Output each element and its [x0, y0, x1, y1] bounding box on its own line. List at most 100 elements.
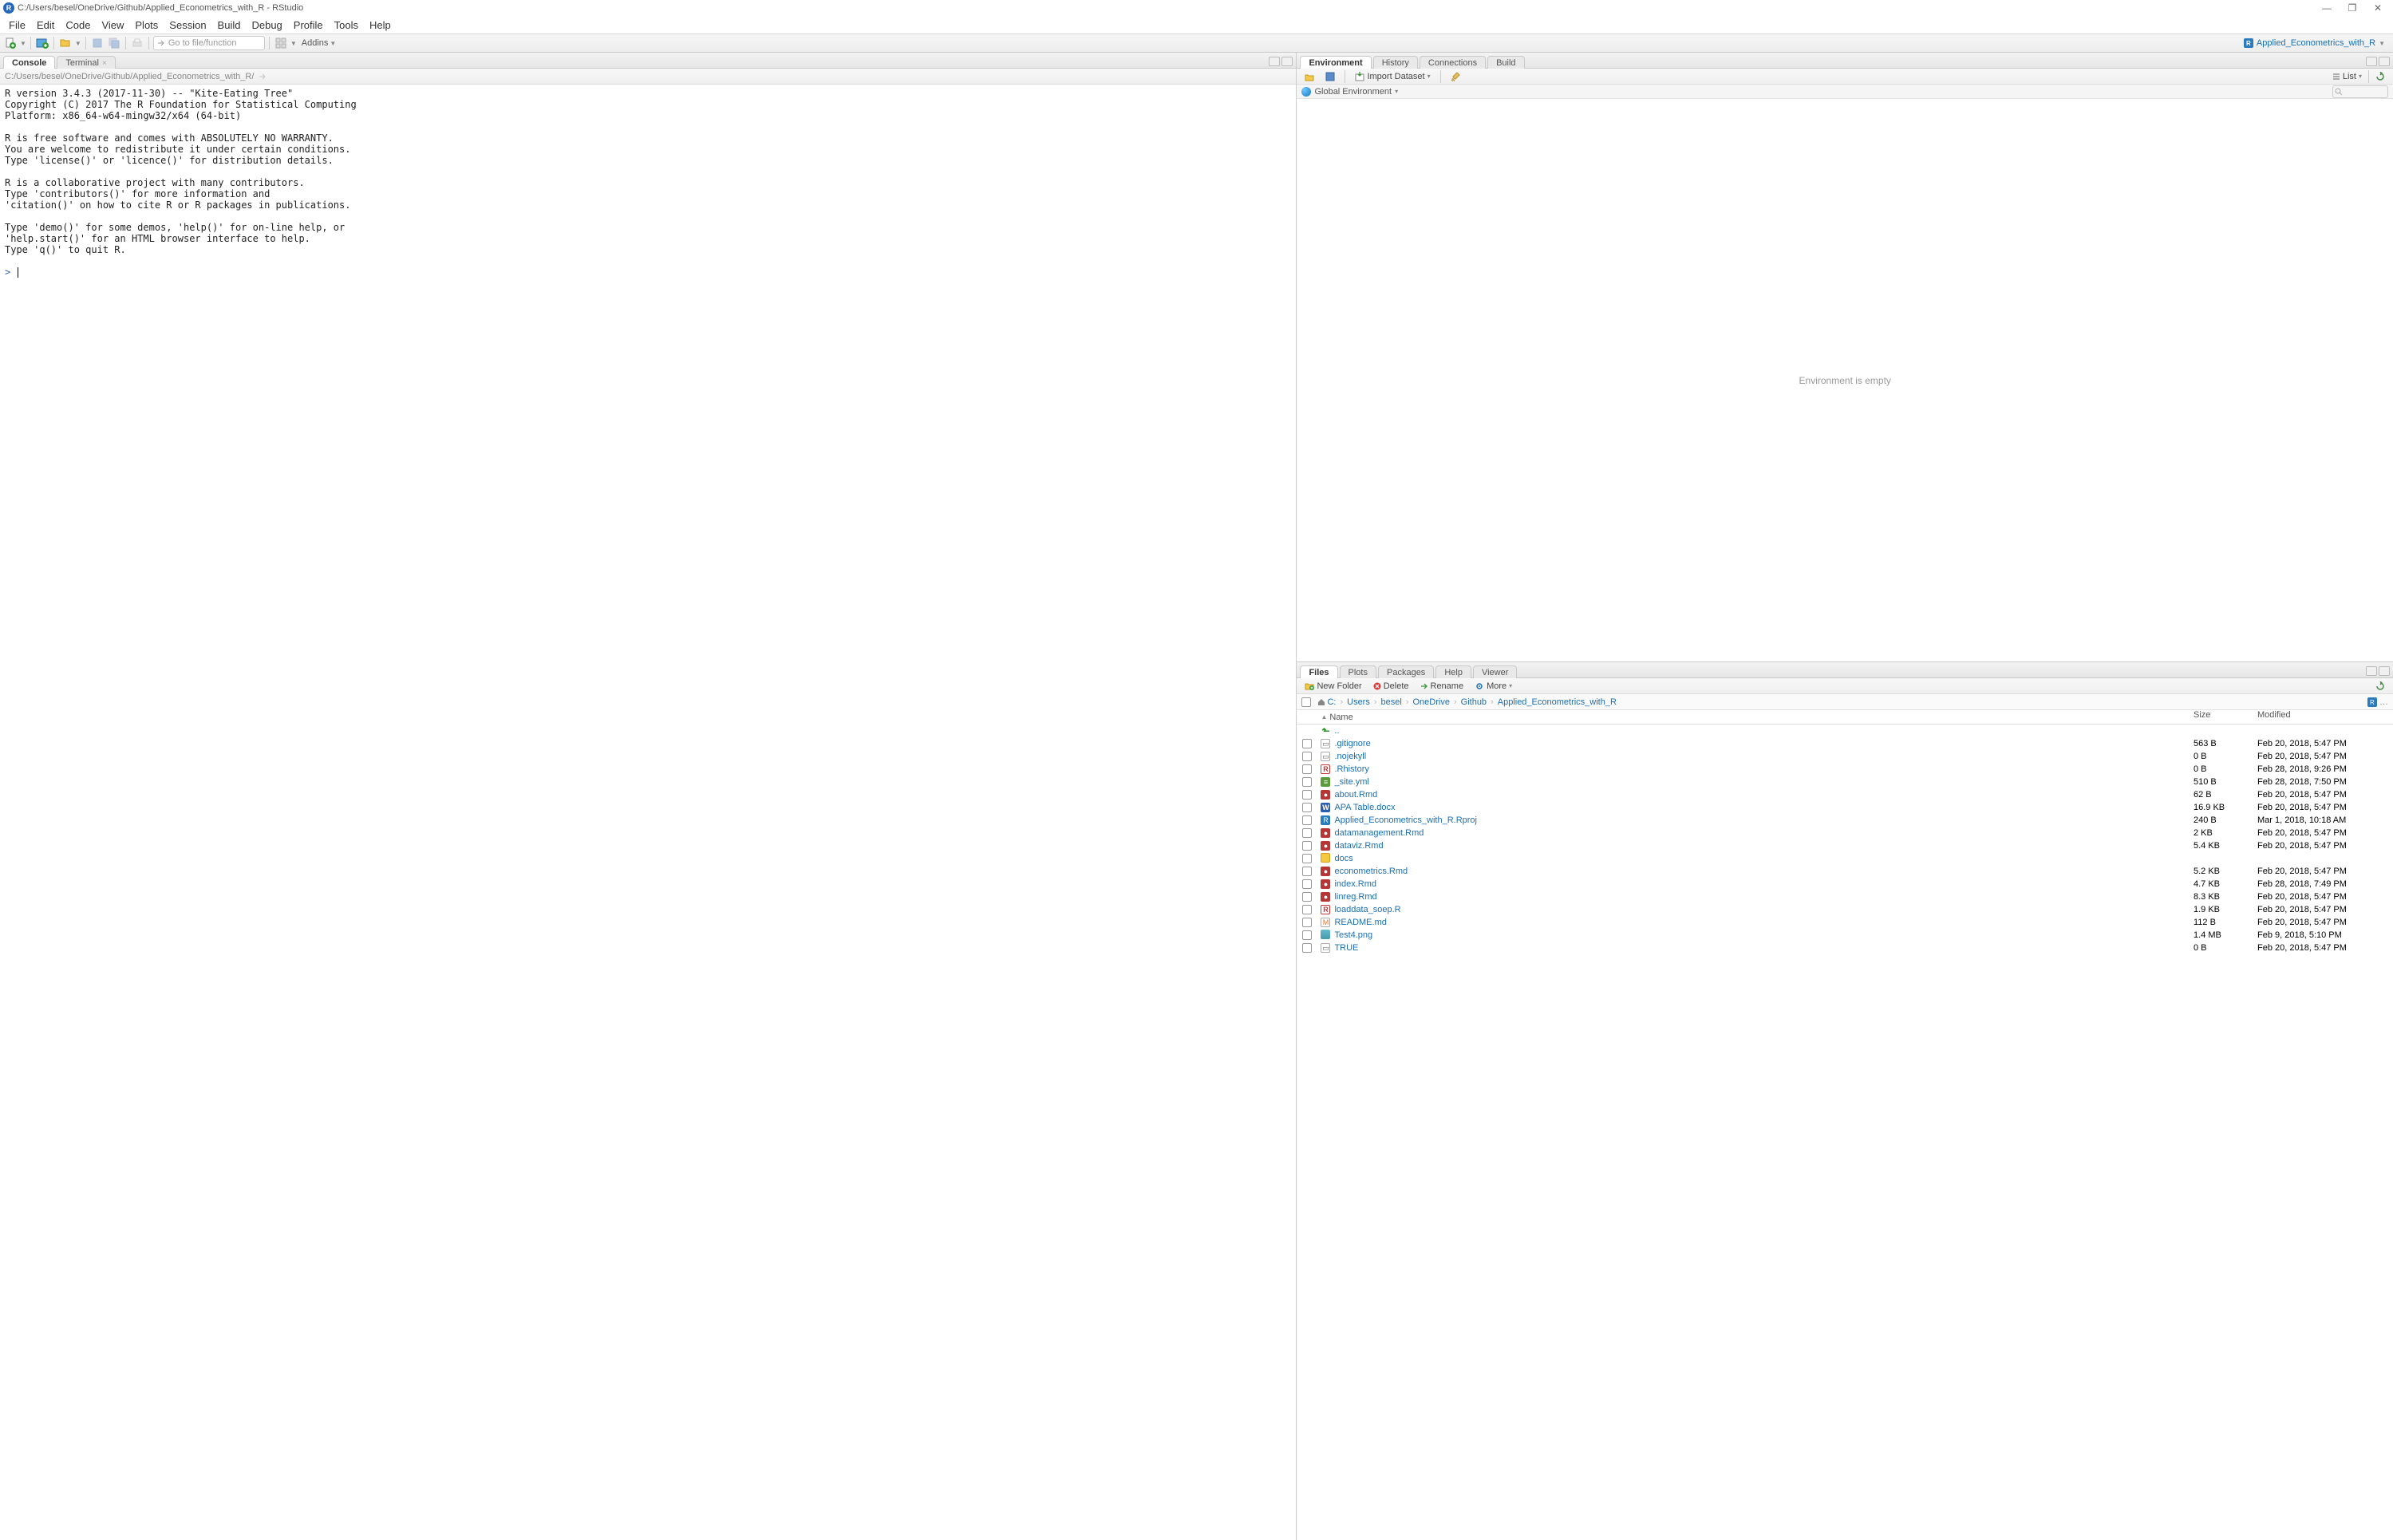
menu-plots[interactable]: Plots: [129, 18, 164, 33]
print-button[interactable]: [130, 36, 144, 50]
file-checkbox[interactable]: [1302, 918, 1312, 927]
file-link[interactable]: datamanagement.Rmd: [1334, 828, 1424, 838]
col-name[interactable]: Name: [1329, 713, 1352, 722]
menu-code[interactable]: Code: [60, 18, 96, 33]
env-search-input[interactable]: [2332, 85, 2388, 98]
file-checkbox[interactable]: [1302, 854, 1312, 863]
file-checkbox[interactable]: [1302, 828, 1312, 838]
save-workspace-button[interactable]: [1322, 71, 1338, 82]
file-row[interactable]: ⬑..: [1297, 725, 2393, 737]
close-icon[interactable]: ×: [102, 59, 107, 68]
file-row[interactable]: MREADME.md112 BFeb 20, 2018, 5:47 PM: [1297, 916, 2393, 929]
maximize-pane-button[interactable]: [1281, 57, 1293, 66]
import-dataset-button[interactable]: Import Dataset ▾: [1352, 71, 1433, 82]
file-row[interactable]: R.Rhistory0 BFeb 28, 2018, 9:26 PM: [1297, 763, 2393, 776]
file-link[interactable]: .Rhistory: [1334, 764, 1368, 774]
file-checkbox[interactable]: [1302, 764, 1312, 774]
menu-view[interactable]: View: [96, 18, 129, 33]
minimize-button[interactable]: —: [2321, 2, 2332, 14]
tab-plots[interactable]: Plots: [1340, 665, 1376, 678]
file-checkbox[interactable]: [1302, 892, 1312, 902]
file-link[interactable]: econometrics.Rmd: [1334, 867, 1408, 876]
file-checkbox[interactable]: [1302, 815, 1312, 825]
col-size[interactable]: Size: [2194, 710, 2210, 720]
tab-console[interactable]: Console: [3, 56, 55, 69]
project-selector[interactable]: R Applied_Econometrics_with_R ▼: [2244, 38, 2390, 48]
file-row[interactable]: Test4.png1.4 MBFeb 9, 2018, 5:10 PM: [1297, 929, 2393, 942]
file-link[interactable]: about.Rmd: [1334, 790, 1377, 800]
file-checkbox[interactable]: [1302, 905, 1312, 914]
file-checkbox[interactable]: [1302, 943, 1312, 953]
tab-terminal[interactable]: Terminal×: [57, 56, 115, 69]
dropdown-icon[interactable]: ▼: [75, 40, 81, 47]
file-link[interactable]: index.Rmd: [1334, 879, 1376, 889]
select-all-checkbox[interactable]: [1301, 697, 1311, 707]
breadcrumb-item[interactable]: Users: [1347, 697, 1370, 707]
file-link[interactable]: dataviz.Rmd: [1334, 841, 1383, 851]
file-link[interactable]: Test4.png: [1334, 930, 1372, 940]
home-icon[interactable]: [1317, 698, 1325, 706]
goto-dir-icon[interactable]: [259, 73, 267, 81]
breadcrumb-item[interactable]: Applied_Econometrics_with_R: [1498, 697, 1617, 707]
breadcrumb-item[interactable]: C:: [1327, 697, 1336, 707]
menu-build[interactable]: Build: [212, 18, 247, 33]
minimize-pane-button[interactable]: [1269, 57, 1280, 66]
clear-workspace-button[interactable]: [1447, 71, 1465, 82]
view-mode-button[interactable]: List ▾: [2329, 71, 2365, 82]
addins-button[interactable]: Addins ▼: [299, 38, 339, 48]
refresh-button[interactable]: [2372, 71, 2388, 82]
console-output[interactable]: R version 3.4.3 (2017-11-30) -- "Kite-Ea…: [0, 85, 1296, 1540]
file-row[interactable]: WAPA Table.docx16.9 KBFeb 20, 2018, 5:47…: [1297, 801, 2393, 814]
file-link[interactable]: loaddata_soep.R: [1334, 905, 1400, 914]
menu-file[interactable]: File: [3, 18, 31, 33]
file-link[interactable]: README.md: [1334, 918, 1386, 927]
goto-file-function-input[interactable]: Go to file/function: [153, 36, 265, 50]
maximize-pane-button[interactable]: [2379, 57, 2390, 66]
file-row[interactable]: ≡_site.yml510 BFeb 28, 2018, 7:50 PM: [1297, 776, 2393, 788]
file-link[interactable]: Applied_Econometrics_with_R.Rproj: [1334, 815, 1477, 825]
file-row[interactable]: RApplied_Econometrics_with_R.Rproj240 BM…: [1297, 814, 2393, 827]
breadcrumb-item[interactable]: Github: [1461, 697, 1487, 707]
minimize-pane-button[interactable]: [2366, 666, 2377, 676]
menu-tools[interactable]: Tools: [329, 18, 364, 33]
tab-files[interactable]: Files: [1300, 665, 1337, 678]
file-link[interactable]: linreg.Rmd: [1334, 892, 1376, 902]
file-checkbox[interactable]: [1302, 841, 1312, 851]
file-checkbox[interactable]: [1302, 867, 1312, 876]
file-row[interactable]: ●index.Rmd4.7 KBFeb 28, 2018, 7:49 PM: [1297, 878, 2393, 890]
dropdown-icon[interactable]: ▾: [1395, 88, 1398, 95]
menu-profile[interactable]: Profile: [288, 18, 329, 33]
file-row[interactable]: ▭.nojekyll0 BFeb 20, 2018, 5:47 PM: [1297, 750, 2393, 763]
menu-help[interactable]: Help: [364, 18, 397, 33]
maximize-pane-button[interactable]: [2379, 666, 2390, 676]
delete-button[interactable]: Delete: [1370, 681, 1412, 692]
breadcrumb-item[interactable]: OneDrive: [1413, 697, 1450, 707]
new-project-button[interactable]: [35, 36, 49, 50]
file-link[interactable]: docs: [1334, 854, 1352, 863]
env-scope[interactable]: Global Environment: [1314, 87, 1392, 97]
tab-environment[interactable]: Environment: [1300, 56, 1371, 69]
tab-build[interactable]: Build: [1487, 56, 1524, 69]
file-link[interactable]: .nojekyll: [1334, 752, 1366, 761]
file-link[interactable]: TRUE: [1334, 943, 1358, 953]
sort-asc-icon[interactable]: ▲: [1321, 713, 1327, 721]
more-button[interactable]: More ▾: [1471, 681, 1515, 692]
file-link[interactable]: ..: [1334, 726, 1339, 736]
save-all-button[interactable]: [107, 36, 121, 50]
menu-session[interactable]: Session: [164, 18, 211, 33]
tab-packages[interactable]: Packages: [1378, 665, 1434, 678]
file-checkbox[interactable]: [1302, 879, 1312, 889]
file-checkbox[interactable]: [1302, 930, 1312, 940]
file-row[interactable]: ●linreg.Rmd8.3 KBFeb 20, 2018, 5:47 PM: [1297, 890, 2393, 903]
dropdown-icon[interactable]: ▼: [20, 40, 26, 47]
menu-debug[interactable]: Debug: [246, 18, 287, 33]
file-link[interactable]: _site.yml: [1334, 777, 1368, 787]
tab-help[interactable]: Help: [1435, 665, 1471, 678]
file-checkbox[interactable]: [1302, 803, 1312, 812]
goto-proj-dir-icon[interactable]: R: [2367, 697, 2377, 707]
file-row[interactable]: ●datamanagement.Rmd2 KBFeb 20, 2018, 5:4…: [1297, 827, 2393, 839]
tab-connections[interactable]: Connections: [1420, 56, 1486, 69]
file-checkbox[interactable]: [1302, 739, 1312, 748]
tools-grid-button[interactable]: [274, 36, 288, 50]
file-row[interactable]: Rloaddata_soep.R1.9 KBFeb 20, 2018, 5:47…: [1297, 903, 2393, 916]
